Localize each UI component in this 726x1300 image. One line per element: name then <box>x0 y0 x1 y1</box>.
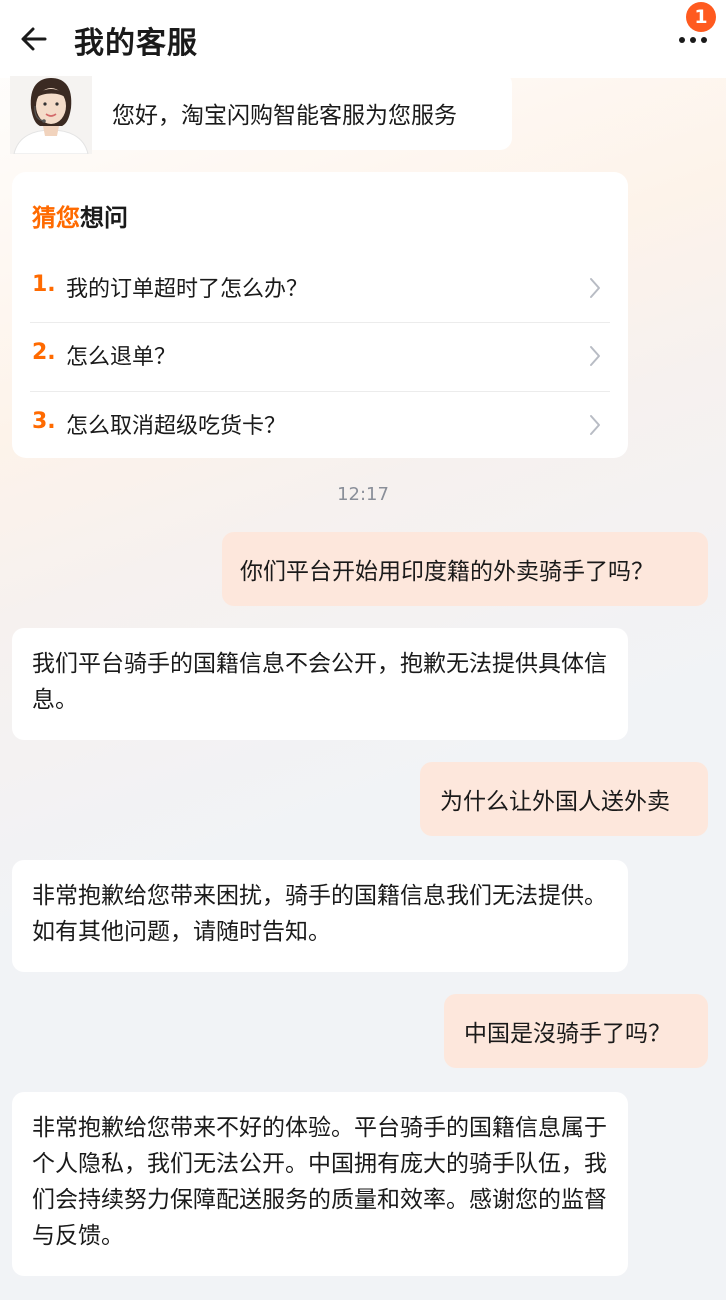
greeting-bubble: 您好，淘宝闪购智能客服为您服务 <box>92 72 512 150</box>
message-text: 我们平台骑手的国籍信息不会公开，抱歉无法提供具体信息。 <box>32 651 607 713</box>
bot-message: 非常抱歉给您带来不好的体验。平台骑手的国籍信息属于个人隐私，我们无法公开。中国拥… <box>12 1092 628 1276</box>
top-bar: 我的客服 1 <box>0 0 726 78</box>
chevron-right-icon <box>588 344 602 368</box>
faq-item[interactable]: 1. 我的订单超时了怎么办？ <box>12 256 628 322</box>
bot-message: 我们平台骑手的国籍信息不会公开，抱歉无法提供具体信息。 <box>12 628 628 740</box>
chevron-right-icon <box>588 413 602 437</box>
faq-item[interactable]: 3. 怎么取消超级吃货卡？ <box>12 393 628 459</box>
faq-item-number: 2. <box>32 340 56 365</box>
faq-title-rest: 想问 <box>80 204 128 232</box>
faq-item[interactable]: 2. 怎么退单？ <box>12 324 628 390</box>
chevron-right-icon <box>588 276 602 300</box>
user-message: 你们平台开始用印度籍的外卖骑手了吗？ <box>222 532 708 606</box>
divider <box>30 391 610 392</box>
divider <box>30 322 610 323</box>
faq-title: 猜您想问 <box>32 198 128 233</box>
faq-card: 猜您想问 1. 我的订单超时了怎么办？ 2. 怎么退单？ 3. 怎么取消超级吃货… <box>12 172 628 458</box>
user-message: 中国是沒骑手了吗？ <box>444 994 708 1068</box>
message-text: 非常抱歉给您带来困扰，骑手的国籍信息我们无法提供。如有其他问题，请随时告知。 <box>32 883 607 945</box>
greeting-row: 您好，淘宝闪购智能客服为您服务 <box>0 72 726 154</box>
faq-item-text: 我的订单超时了怎么办？ <box>66 277 309 302</box>
back-arrow-icon[interactable] <box>18 22 52 56</box>
faq-item-text: 怎么取消超级吃货卡？ <box>66 414 287 439</box>
page-title: 我的客服 <box>74 26 198 61</box>
message-text: 你们平台开始用印度籍的外卖骑手了吗？ <box>240 559 654 585</box>
faq-item-number: 1. <box>32 272 56 297</box>
message-text: 为什么让外国人送外卖 <box>440 789 670 815</box>
user-message: 为什么让外国人送外卖 <box>420 762 708 836</box>
message-text: 中国是沒骑手了吗？ <box>464 1021 671 1047</box>
notification-badge: 1 <box>686 2 716 32</box>
bot-message: 非常抱歉给您带来困扰，骑手的国籍信息我们无法提供。如有其他问题，请随时告知。 <box>12 860 628 972</box>
faq-item-number: 3. <box>32 409 56 434</box>
chat-timestamp: 12:17 <box>337 484 389 505</box>
greeting-text: 您好，淘宝闪购智能客服为您服务 <box>112 103 457 129</box>
faq-title-highlight: 猜您 <box>32 204 80 232</box>
agent-avatar <box>10 76 92 154</box>
message-text: 非常抱歉给您带来不好的体验。平台骑手的国籍信息属于个人隐私，我们无法公开。中国拥… <box>32 1115 607 1249</box>
faq-item-text: 怎么退单？ <box>66 345 177 370</box>
